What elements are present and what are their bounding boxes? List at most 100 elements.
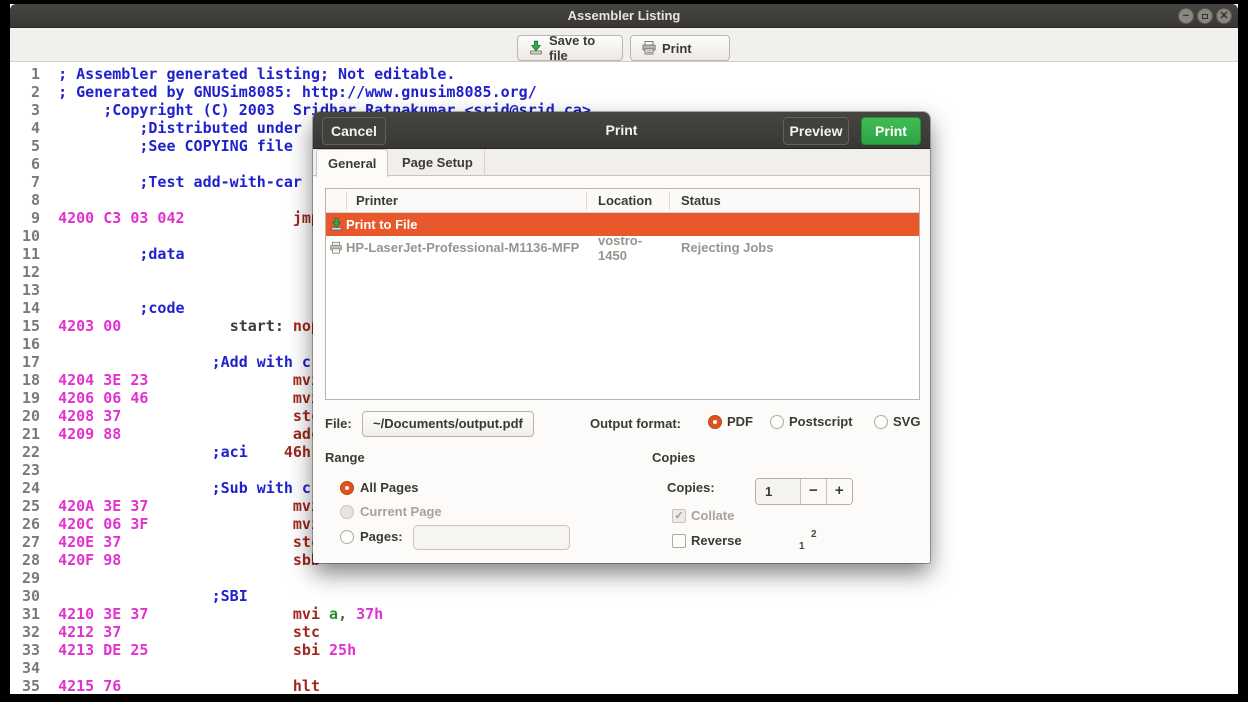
cancel-button[interactable]: Cancel: [322, 117, 386, 145]
line-number: 6: [22, 155, 40, 173]
code-line: 314210 3E 37 mvi a, 37h: [22, 605, 591, 623]
collate-label: Collate: [691, 508, 734, 523]
radio-icon[interactable]: [340, 530, 354, 544]
format-option-pdf[interactable]: PDF: [708, 414, 753, 429]
line-number: 8: [22, 191, 40, 209]
code-token: [121, 677, 293, 694]
reverse-checkbox[interactable]: [672, 534, 686, 548]
line-number: 2: [22, 83, 40, 101]
code-token: [148, 389, 293, 407]
copies-increment-button[interactable]: +: [827, 479, 852, 504]
line-number: 7: [22, 173, 40, 191]
save-to-file-label: Save to file: [549, 33, 612, 63]
column-printer[interactable]: Printer: [356, 189, 398, 213]
radio-icon[interactable]: [770, 415, 784, 429]
radio-icon[interactable]: [708, 415, 722, 429]
code-token: [121, 623, 293, 641]
range-option-all-pages[interactable]: All Pages: [340, 480, 419, 495]
pages-input[interactable]: [413, 525, 570, 550]
code-token: start:: [230, 317, 284, 335]
radio-icon[interactable]: [874, 415, 888, 429]
printer-row[interactable]: HP-LaserJet-Professional-M1136-MFPvostro…: [326, 236, 919, 259]
code-token: [284, 317, 293, 335]
line-number: 34: [22, 659, 40, 677]
minimize-icon[interactable]: −: [1178, 8, 1194, 24]
code-token: 4212 37: [58, 623, 121, 641]
radio-icon[interactable]: [340, 481, 354, 495]
code-token: [58, 587, 212, 605]
code-token: [121, 425, 293, 443]
radio-icon[interactable]: [340, 505, 354, 519]
column-separator: [586, 191, 587, 210]
code-token: [148, 605, 293, 623]
file-label: File:: [325, 416, 352, 431]
column-status[interactable]: Status: [681, 189, 721, 213]
print-toolbar-button[interactable]: Print: [630, 35, 730, 61]
line-number: 23: [22, 461, 40, 479]
code-token: [121, 551, 293, 569]
format-option-svg[interactable]: SVG: [874, 414, 920, 429]
printer-status: Rejecting Jobs: [669, 240, 919, 255]
output-format-label: Output format:: [590, 416, 681, 431]
code-token: ;Sub with c: [212, 479, 311, 497]
range-option-pages-[interactable]: Pages:: [340, 529, 403, 544]
line-number: 25: [22, 497, 40, 515]
column-location[interactable]: Location: [598, 189, 652, 213]
line-number: 22: [22, 443, 40, 461]
code-token: ;Test add-with-car: [139, 173, 302, 191]
collation-preview-icon: 2 1: [796, 527, 832, 557]
code-token: 46h: [284, 443, 311, 461]
copies-decrement-button[interactable]: −: [801, 479, 826, 504]
line-number: 27: [22, 533, 40, 551]
code-token: stc: [293, 623, 320, 641]
range-option-label: All Pages: [360, 480, 419, 495]
code-token: 420E 37: [58, 533, 121, 551]
toolbar: Save to file Print: [10, 28, 1238, 62]
line-number: 11: [22, 245, 40, 263]
line-number: 13: [22, 281, 40, 299]
print-dialog-header: Print Cancel Preview Print: [313, 112, 930, 149]
code-token: 4209 88: [58, 425, 121, 443]
line-number: 29: [22, 569, 40, 587]
collation-page-1: 1: [799, 541, 805, 552]
close-icon[interactable]: ✕: [1216, 8, 1232, 24]
print-toolbar-label: Print: [662, 41, 692, 56]
printer-name: Print to File: [346, 217, 586, 232]
line-number: 3: [22, 101, 40, 119]
window-title: Assembler Listing: [10, 4, 1238, 28]
tab-general[interactable]: General: [316, 149, 388, 177]
code-token: 420A 3E 37: [58, 497, 148, 515]
copies-value[interactable]: 1: [756, 479, 801, 504]
print-to-file-icon: [326, 217, 346, 232]
code-token: ,: [338, 605, 347, 623]
save-icon: [528, 40, 544, 56]
line-number: 26: [22, 515, 40, 533]
tab-page-setup[interactable]: Page Setup: [391, 149, 485, 176]
file-path-button[interactable]: ~/Documents/output.pdf: [362, 411, 534, 437]
line-number: 24: [22, 479, 40, 497]
line-number: 5: [22, 137, 40, 155]
line-number: 17: [22, 353, 40, 371]
line-number: 33: [22, 641, 40, 659]
maximize-icon[interactable]: [1197, 8, 1213, 24]
collation-page-2: 2: [811, 529, 817, 540]
reverse-option: Reverse: [672, 533, 742, 548]
save-to-file-button[interactable]: Save to file: [517, 35, 623, 61]
line-number: 1: [22, 65, 40, 83]
dialog-tabbar: GeneralPage Setup: [313, 149, 930, 176]
print-button[interactable]: Print: [861, 117, 921, 145]
code-token: a: [329, 605, 338, 623]
code-token: [58, 173, 139, 191]
format-option-postscript[interactable]: Postscript: [770, 414, 853, 429]
collate-checkbox[interactable]: [672, 509, 686, 523]
maximize-glyph: [1202, 14, 1208, 19]
code-token: 25h: [329, 641, 356, 659]
code-line: 29: [22, 569, 591, 587]
code-token: mvi: [293, 605, 320, 623]
preview-button[interactable]: Preview: [783, 117, 849, 145]
code-token: ;aci: [212, 443, 248, 461]
line-number: 32: [22, 623, 40, 641]
range-option-current-page[interactable]: Current Page: [340, 504, 442, 519]
code-token: [185, 209, 293, 227]
code-line: 1; Assembler generated listing; Not edit…: [22, 65, 591, 83]
